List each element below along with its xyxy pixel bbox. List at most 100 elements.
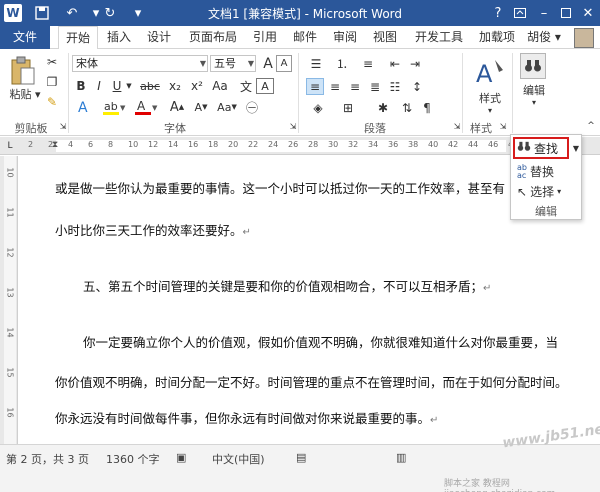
text-effects-icon[interactable]: A [74,98,96,116]
ruler-tick-label: 38 [408,140,419,149]
text-line-6-content: 你永远没有时间做每件事，但你永远有时间做对你来说最重要的事。 [55,411,431,426]
vertical-ruler-tick-label: 15 [5,367,15,378]
clear-format-icon[interactable]: A [276,55,292,72]
font-size-select[interactable]: 五号 ▼ [210,55,256,72]
tab-page-layout[interactable]: 页面布局 [184,26,242,49]
line-spacing-icon[interactable]: ↕ [406,78,428,95]
case-button[interactable]: Aa ▼ [216,98,238,116]
ruler-tick-label: 40 [428,140,439,149]
justify-icon[interactable]: ≣ [366,78,384,95]
ruler-tick-label: 42 [448,140,459,149]
tab-insert[interactable]: 插入 [102,26,136,49]
font-name-select[interactable]: 宋体 ▼ [72,55,208,72]
macro-record-icon[interactable]: ▤ [296,451,306,464]
proofing-icon[interactable]: ▣ [176,451,186,464]
shrink-font-button[interactable]: A ▼ [190,98,212,116]
tab-developer[interactable]: 开发工具 [410,26,468,49]
ribbon-display-icon[interactable] [508,0,532,26]
text-line-3: 五、第五个时间管理的关键是要和你的价值观相吻合，不可以互相矛盾；↵ [83,276,491,295]
align-left-icon[interactable]: ≡ [306,78,324,95]
highlight-color-icon[interactable]: ab ▼ [100,98,128,116]
underline-button[interactable]: U [110,78,124,94]
close-icon[interactable]: ✕ [576,0,600,26]
bullets-icon[interactable]: ☰ [304,55,328,72]
numbering-icon[interactable]: ⒈ [330,55,354,72]
select-button[interactable]: ↖ 选择 ▾ [517,183,561,200]
minimize-icon[interactable]: – [532,0,556,26]
avatar[interactable] [574,28,594,48]
align-center-icon[interactable]: ≡ [326,78,344,95]
enclose-characters-icon[interactable]: ㊀ [244,98,260,116]
tab-addins[interactable]: 加载项 [474,26,520,49]
tab-file[interactable]: 文件 [0,26,50,49]
align-right-icon[interactable]: ≡ [346,78,364,95]
find-dropdown-icon[interactable]: ▼ [571,141,581,155]
paste-button[interactable]: 粘贴 ▾ [8,87,42,102]
customize-toolbar-icon[interactable]: ▾ [126,0,150,26]
find-button[interactable]: 查找 [513,137,569,159]
edit-dropdown-icon[interactable]: ▾ [528,97,540,107]
copy-icon[interactable]: ❐ [44,74,60,90]
decrease-indent-icon[interactable]: ⇤ [386,55,404,72]
group-paragraph-label: 段落 [364,122,386,135]
help-icon[interactable]: ? [486,0,510,26]
styles-dropdown-icon[interactable]: ▾ [484,105,496,115]
grow-font-button[interactable]: A ▲ [166,98,188,116]
superscript-button[interactable]: x² [188,78,206,94]
replace-label: 替换 [529,165,554,179]
format-painter-icon[interactable]: ✎ [44,94,60,110]
increase-indent-icon[interactable]: ⇥ [406,55,424,72]
ruler-tick-label: 20 [228,140,239,149]
grow-font-icon[interactable]: A [260,55,276,72]
font-launcher-icon[interactable]: ⇲ [288,121,298,131]
sort-icon[interactable]: ⇅ [398,99,416,116]
chinese-layout-icon[interactable]: ✱ [372,99,394,116]
styles-launcher-icon[interactable]: ⇲ [498,121,508,131]
character-border-icon[interactable]: A [256,78,274,94]
save-icon[interactable] [30,0,54,26]
replace-button[interactable]: ab ac 替换 [517,163,554,180]
subscript-button[interactable]: x₂ [166,78,184,94]
multilevel-list-icon[interactable]: ≡ [356,55,380,72]
undo-icon[interactable]: ↶ [60,0,84,26]
shading-icon[interactable]: ◈ [306,99,330,116]
tab-view[interactable]: 视图 [368,26,402,49]
tab-review[interactable]: 审阅 [328,26,362,49]
distributed-icon[interactable]: ☷ [386,78,404,95]
page-count[interactable]: 第 2 页，共 3 页 [6,451,89,467]
maximize-icon[interactable] [554,0,578,26]
read-mode-icon[interactable]: ▥ [396,451,406,464]
show-marks-icon[interactable]: ¶ [418,99,436,116]
change-case-icon[interactable]: Aa [212,78,228,94]
user-name[interactable]: 胡俊 ▾ [526,26,562,49]
styles-icon[interactable]: A [472,55,508,91]
tab-home[interactable]: 开始 [58,26,98,50]
tab-mailings[interactable]: 邮件 [288,26,322,49]
redo-icon[interactable]: ↻ [98,0,122,26]
styles-button[interactable]: 样式 [470,91,510,105]
tab-stop-selector-icon[interactable]: L [4,139,16,152]
borders-icon[interactable]: ⊞ [336,99,360,116]
paste-icon[interactable] [8,55,38,87]
text-line-4: 你一定要确立你个人的价值观，假如价值观不明确，你就很难知道什么对你最重要，当 [83,335,559,350]
language-status[interactable]: 中文(中国) [212,451,265,467]
cursor-arrow-icon: ↖ [517,184,528,199]
phonetic-guide-icon[interactable]: 文 [238,78,254,94]
binoculars-icon[interactable] [520,53,546,79]
bold-button[interactable]: B [74,78,88,94]
tab-references[interactable]: 引用 [248,26,282,49]
svg-text:ab: ab [104,100,118,113]
vertical-ruler-tick-label: 14 [5,327,15,338]
italic-button[interactable]: I [92,78,106,94]
cut-icon[interactable]: ✂ [44,54,60,70]
collapse-ribbon-icon[interactable]: ^ [586,121,596,131]
clipboard-launcher-icon[interactable]: ⇲ [58,121,68,131]
underline-dropdown-icon[interactable]: ▼ [124,78,134,94]
edit-button[interactable]: 编辑 [514,83,554,97]
strikethrough-button[interactable]: abc [138,78,162,94]
word-count[interactable]: 1360 个字 [106,451,160,467]
font-color-icon[interactable]: A ▼ [132,98,160,116]
paragraph-launcher-icon[interactable]: ⇲ [452,121,462,131]
paragraph-mark: ↵ [483,283,492,294]
tab-design[interactable]: 设计 [142,26,176,49]
